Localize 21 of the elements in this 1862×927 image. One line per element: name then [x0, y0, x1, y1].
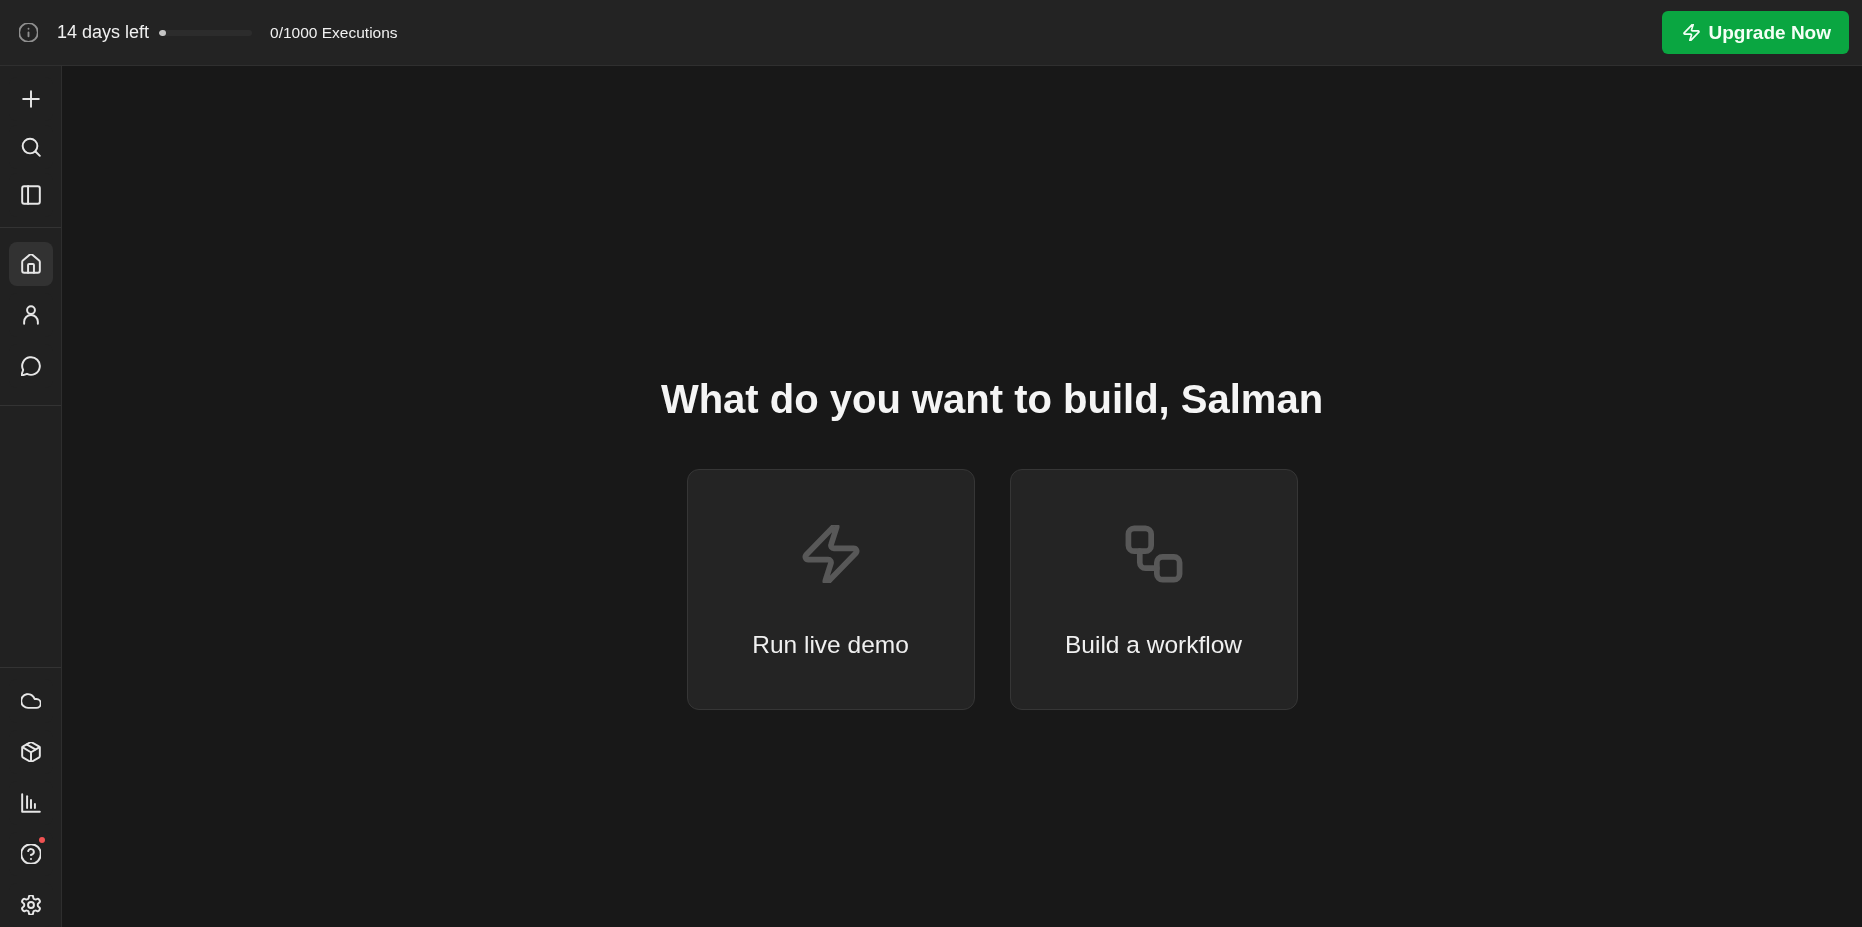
box-icon [20, 742, 41, 762]
page-heading: What do you want to build, Salman [660, 376, 1324, 423]
chat-bubble-icon [20, 356, 41, 376]
sidebar-toggle-icon [20, 185, 41, 205]
action-card[interactable]: Build a workflow [1009, 469, 1298, 710]
sidebar-button[interactable] [8, 242, 53, 286]
help-icon [20, 844, 41, 864]
bar-chart-icon [20, 793, 41, 813]
cloud-icon [20, 691, 41, 711]
home-icon [20, 254, 41, 274]
settings-icon [20, 895, 41, 915]
trial-days-text: 14 days left [57, 22, 150, 43]
info-icon [19, 23, 38, 42]
executions-count: 0/1000 Executions [270, 23, 398, 42]
plus-icon [20, 89, 41, 109]
user-icon [20, 305, 41, 325]
action-card[interactable]: Run live demo [686, 469, 975, 710]
lightning-bolt-icon [801, 525, 860, 583]
workflow-icon [1124, 525, 1183, 583]
search-icon [20, 137, 41, 157]
lightning-bolt-icon [1682, 24, 1700, 41]
